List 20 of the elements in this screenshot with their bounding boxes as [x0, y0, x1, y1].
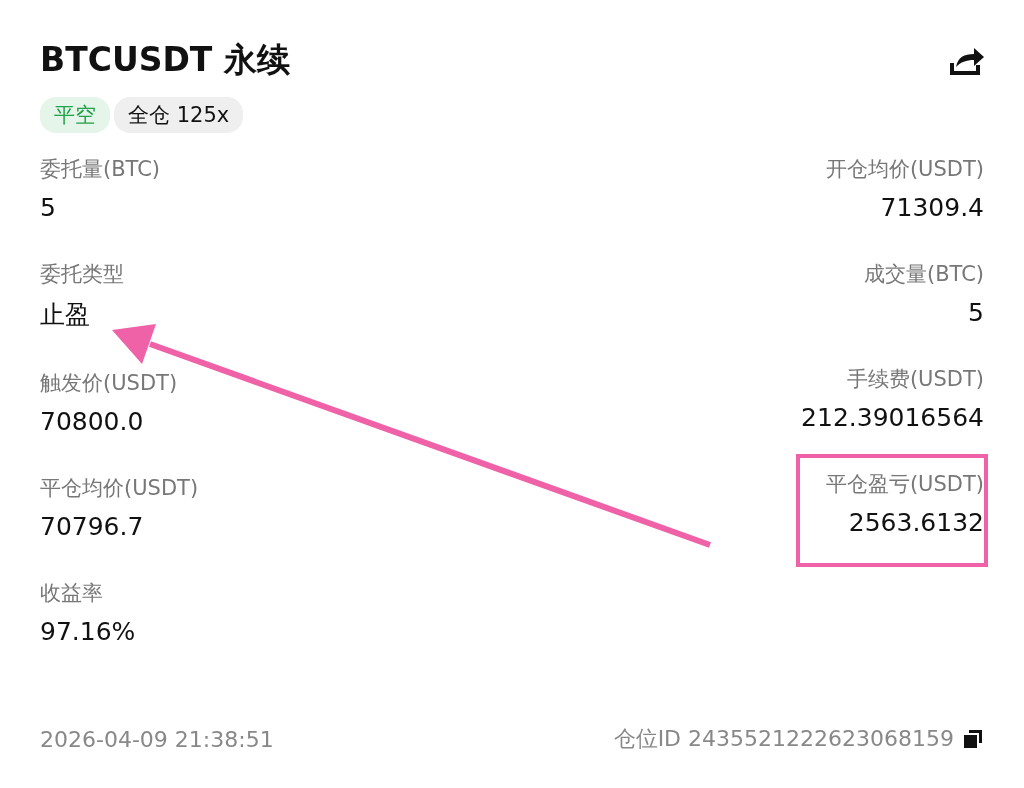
copy-icon[interactable]: [962, 728, 984, 750]
field-label: 平仓盈亏(USDT): [825, 471, 984, 498]
field-value: 止盈: [40, 299, 91, 331]
field-value: 97.16%: [40, 617, 137, 646]
field-value: 212.39016564: [801, 403, 984, 432]
field-label: 开仓均价(USDT): [825, 156, 984, 183]
field-value: 2563.6132: [848, 508, 984, 537]
timestamp: 2026-04-09 21:38:51: [40, 726, 275, 752]
field-label: 收益率: [40, 580, 104, 607]
contract-title: BTCUSDT 永续: [40, 39, 290, 81]
field-label: 委托量(BTC): [40, 156, 162, 183]
field-label: 手续费(USDT): [846, 366, 984, 393]
field-value: 5: [968, 298, 984, 327]
field-label: 委托类型: [40, 261, 125, 288]
field-value: 71309.4: [880, 193, 984, 222]
position-id: 仓位ID 2435521222623068159: [613, 725, 954, 753]
field-label: 成交量(BTC): [863, 261, 984, 288]
field-value: 5: [40, 193, 57, 222]
tag: 平空: [40, 97, 110, 133]
tag: 全仓 125x: [114, 97, 244, 133]
